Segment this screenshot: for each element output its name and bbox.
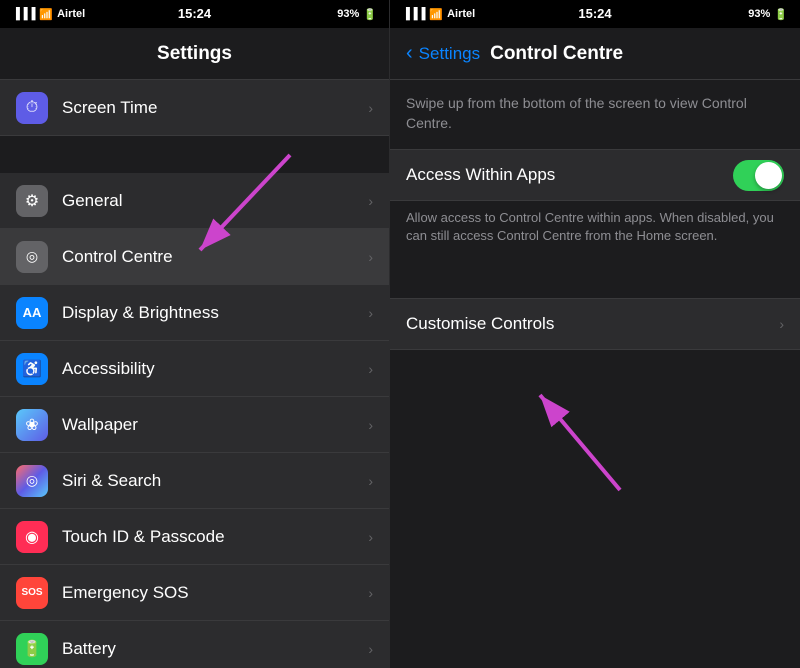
left-panel: ▐▐▐ 📶 Airtel 15:24 93% 🔋 Settings ⏱ Scre… [0,0,390,668]
settings-item-battery[interactable]: 🔋 Battery › [0,621,389,668]
right-panel: ▐▐▐ 📶 Airtel 15:24 93% 🔋 ‹ Settings Cont… [390,0,800,668]
back-label[interactable]: Settings [419,44,480,64]
touch-id-icon: ◉ [16,521,48,553]
wallpaper-chevron-icon: › [368,417,373,433]
control-centre-nav-header: ‹ Settings Control Centre [390,28,800,80]
accessibility-chevron-icon: › [368,361,373,377]
emergency-sos-icon: SOS [16,577,48,609]
screen-time-chevron-icon: › [368,100,373,116]
right-battery-icon: 🔋 [774,8,788,21]
general-chevron-icon: › [368,193,373,209]
left-battery: 93% 🔋 [337,8,377,21]
wallpaper-label: Wallpaper [62,415,368,435]
wifi-icon: 📶 [39,8,53,21]
signal-bars-icon: ▐▐▐ [12,8,35,20]
settings-item-accessibility[interactable]: ♿ Accessibility › [0,341,389,397]
control-centre-chevron-icon: › [368,249,373,265]
access-within-apps-row[interactable]: Access Within Apps [390,149,800,201]
general-label: General [62,191,368,211]
right-carrier-name: Airtel [447,8,475,20]
right-content: Swipe up from the bottom of the screen t… [390,80,800,668]
settings-item-wallpaper[interactable]: ❀ Wallpaper › [0,397,389,453]
right-status-bar: ▐▐▐ 📶 Airtel 15:24 93% 🔋 [390,0,800,28]
group-sep-1 [0,137,389,173]
left-carrier-signal: ▐▐▐ 📶 Airtel [12,8,85,21]
control-centre-info-text: Swipe up from the bottom of the screen t… [406,94,784,133]
right-signal-bars-icon: ▐▐▐ [402,8,425,20]
accessibility-label: Accessibility [62,359,368,379]
display-brightness-chevron-icon: › [368,305,373,321]
section-separator [390,262,800,298]
accessibility-icon: ♿ [16,353,48,385]
display-brightness-label: Display & Brightness [62,303,368,323]
settings-list: ⏱ Screen Time › ⚙ General › ◎ Control Ce… [0,80,389,668]
settings-title: Settings [157,43,232,65]
customise-controls-label: Customise Controls [406,314,779,334]
settings-item-siri-search[interactable]: ◎ Siri & Search › [0,453,389,509]
control-centre-title: Control Centre [490,43,623,65]
left-time: 15:24 [178,5,211,23]
wallpaper-icon: ❀ [16,409,48,441]
desc-text-block: Allow access to Control Centre within ap… [390,201,800,261]
touch-id-label: Touch ID & Passcode [62,527,368,547]
screen-time-icon: ⏱ [16,92,48,124]
settings-item-control-centre[interactable]: ◎ Control Centre › [0,229,389,285]
touch-id-chevron-icon: › [368,529,373,545]
right-battery: 93% 🔋 [748,8,788,21]
control-centre-icon: ◎ [16,241,48,273]
general-icon: ⚙ [16,185,48,217]
siri-search-chevron-icon: › [368,473,373,489]
back-arrow-icon[interactable]: ‹ [406,42,413,65]
info-text-block: Swipe up from the bottom of the screen t… [390,80,800,149]
siri-search-icon: ◎ [16,465,48,497]
battery-settings-icon: 🔋 [16,633,48,665]
battery-icon: 🔋 [363,8,377,21]
customise-controls-chevron-icon: › [779,316,784,332]
right-carrier-signal: ▐▐▐ 📶 Airtel [402,8,475,21]
siri-search-label: Siri & Search [62,471,368,491]
display-brightness-icon: AA [16,297,48,329]
left-status-bar: ▐▐▐ 📶 Airtel 15:24 93% 🔋 [0,0,389,28]
settings-item-screen-time[interactable]: ⏱ Screen Time › [0,80,389,136]
control-centre-label: Control Centre [62,247,368,267]
carrier-name: Airtel [57,8,85,20]
customise-controls-row[interactable]: Customise Controls › [390,298,800,350]
right-time: 15:24 [578,5,611,23]
access-within-apps-toggle[interactable] [733,160,784,191]
emergency-sos-chevron-icon: › [368,585,373,601]
battery-label: Battery [62,639,368,659]
settings-item-emergency-sos[interactable]: SOS Emergency SOS › [0,565,389,621]
toggle-desc-text: Allow access to Control Centre within ap… [406,209,784,245]
screen-time-label: Screen Time [62,98,368,118]
right-wifi-icon: 📶 [429,8,443,21]
settings-item-touch-id[interactable]: ◉ Touch ID & Passcode › [0,509,389,565]
access-within-apps-label: Access Within Apps [406,165,733,185]
settings-item-general[interactable]: ⚙ General › [0,173,389,229]
settings-nav-header: Settings [0,28,389,80]
settings-item-display-brightness[interactable]: AA Display & Brightness › [0,285,389,341]
battery-chevron-icon: › [368,641,373,657]
emergency-sos-label: Emergency SOS [62,583,368,603]
